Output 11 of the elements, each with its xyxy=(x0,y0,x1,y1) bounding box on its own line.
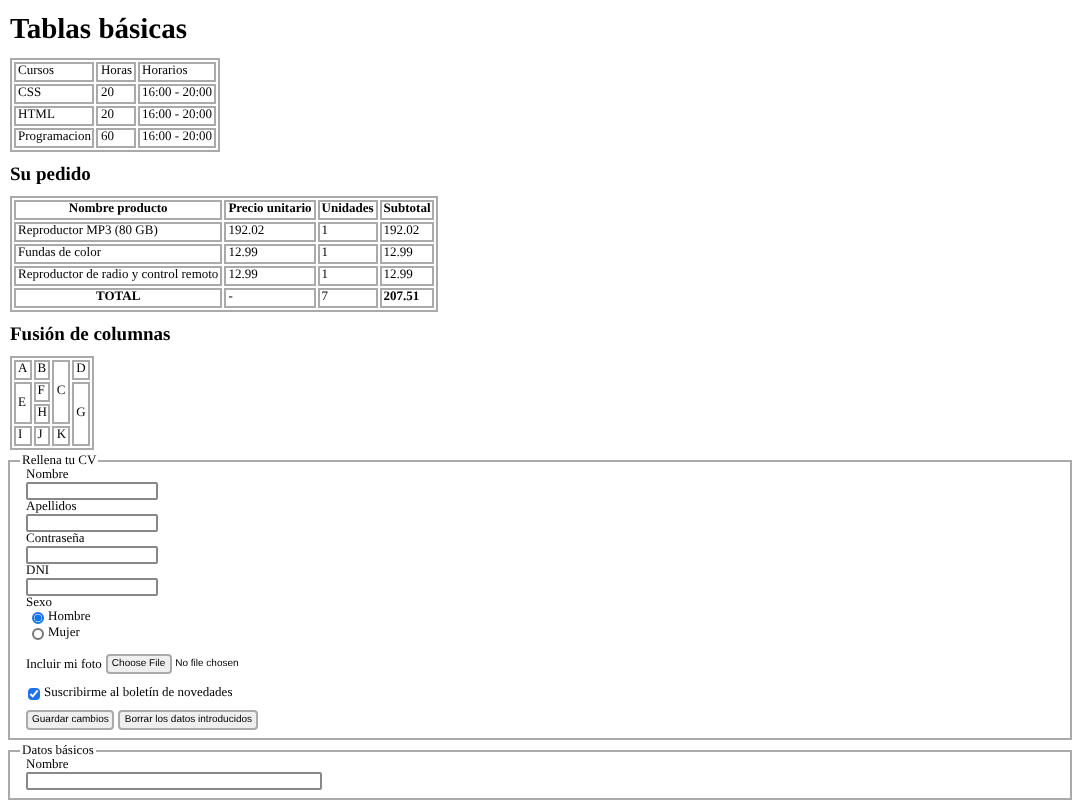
checkbox[interactable] xyxy=(28,687,40,699)
page-heading: Tablas básicas xyxy=(8,12,190,50)
radio-button[interactable] xyxy=(32,628,44,640)
input-field[interactable] xyxy=(26,514,158,532)
section-heading: Fusión de columnas xyxy=(8,324,173,350)
input-field[interactable] xyxy=(26,546,158,564)
radio-button[interactable] xyxy=(32,612,44,624)
input-field[interactable] xyxy=(26,772,322,790)
section-heading: Su pedido xyxy=(8,164,93,190)
input-field[interactable] xyxy=(26,578,158,596)
input-field[interactable] xyxy=(26,482,158,500)
